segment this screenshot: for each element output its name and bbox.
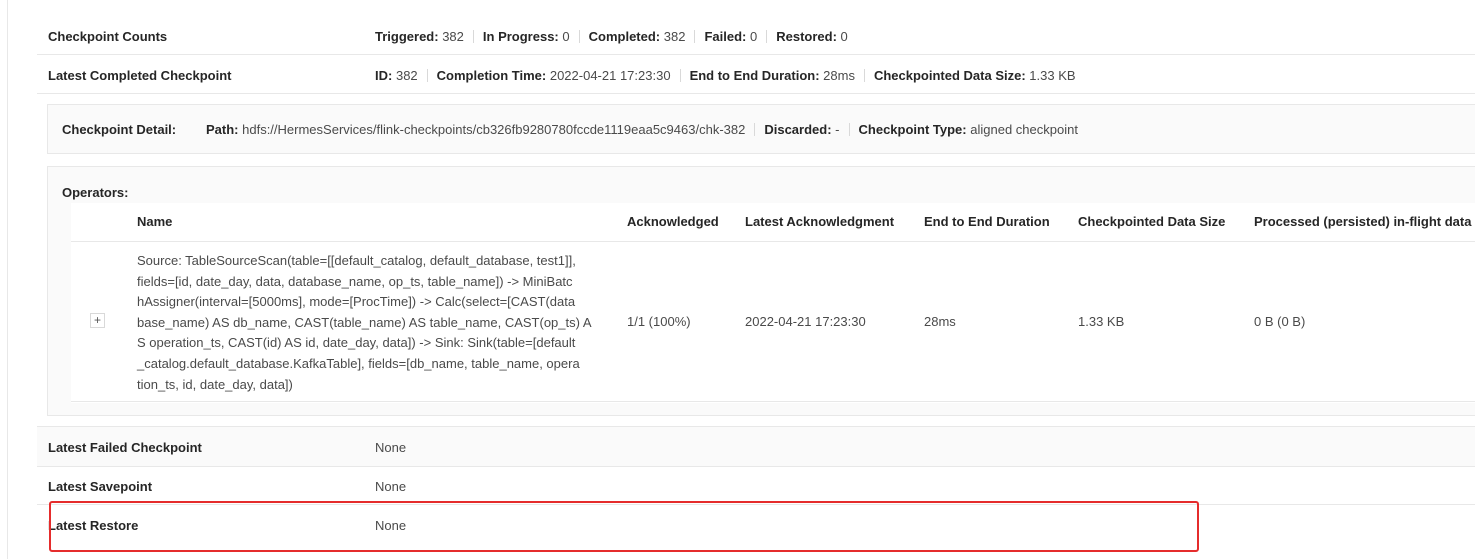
operator-name-line: S operation_ts, CAST(id) AS id, date_day… bbox=[137, 335, 576, 351]
data-size-cell: 1.33 KB bbox=[1078, 314, 1125, 329]
operators-panel: Operators: Name Acknowledged Latest Ackn… bbox=[47, 166, 1475, 416]
duration-key: End to End Duration: bbox=[689, 68, 820, 83]
col-inflight-header: Processed (persisted) in-flight data bbox=[1254, 214, 1472, 229]
path-key: Path: bbox=[206, 122, 239, 137]
latest-completed-values: ID: 382 Completion Time: 2022-04-21 17:23… bbox=[375, 68, 1076, 83]
col-data-size-header: Checkpointed Data Size bbox=[1078, 214, 1226, 229]
latest-savepoint-row: Latest Savepoint None bbox=[37, 466, 1475, 505]
id-value: 382 bbox=[395, 68, 418, 83]
latest-failed-value: None bbox=[375, 440, 407, 455]
failed-value: 0 bbox=[749, 29, 758, 44]
latest-failed-label: Latest Failed Checkpoint bbox=[48, 440, 202, 455]
latest-ack-cell: 2022-04-21 17:23:30 bbox=[745, 314, 866, 329]
checkpoint-detail-panel: Checkpoint Detail: Path: hdfs://HermesSe… bbox=[47, 104, 1475, 154]
expand-row-button[interactable]: + bbox=[90, 313, 105, 328]
operator-name-cell: Source: TableSourceScan(table=[[default_… bbox=[137, 251, 592, 395]
triggered-key: Triggered: bbox=[375, 29, 439, 44]
path-value: hdfs://HermesServices/flink-checkpoints/… bbox=[242, 122, 746, 137]
latest-savepoint-label: Latest Savepoint bbox=[48, 479, 153, 494]
latest-completed-label: Latest Completed Checkpoint bbox=[48, 68, 232, 83]
checkpoint-type-value: aligned checkpoint bbox=[970, 122, 1078, 137]
duration-cell: 28ms bbox=[924, 314, 956, 329]
in-progress-key: In Progress: bbox=[482, 29, 559, 44]
header-divider bbox=[71, 241, 1475, 242]
checkpoint-type-key: Checkpoint Type: bbox=[858, 122, 967, 137]
latest-failed-row: Latest Failed Checkpoint None bbox=[37, 426, 1475, 467]
discarded-key: Discarded: bbox=[764, 122, 832, 137]
highlight-box bbox=[49, 501, 1199, 552]
col-latest-ack-header: Latest Acknowledgment bbox=[745, 214, 895, 229]
completed-value: 382 bbox=[663, 29, 686, 44]
restored-key: Restored: bbox=[776, 29, 837, 44]
checkpoint-counts-values: Triggered: 382 In Progress: 0 Completed: 3… bbox=[375, 29, 848, 44]
discarded-value: - bbox=[835, 122, 840, 137]
col-name-header: Name bbox=[137, 214, 173, 229]
operator-name-line: fields=[id, date_day, data, database_nam… bbox=[137, 273, 573, 289]
operator-name-line: _catalog.default_database.KafkaTable], f… bbox=[137, 355, 580, 371]
completion-time-value: 2022-04-21 17:23:30 bbox=[549, 68, 671, 83]
inflight-cell: 0 B (0 B) bbox=[1254, 314, 1306, 329]
operator-name-line: Source: TableSourceScan(table=[[default_… bbox=[137, 253, 576, 268]
restored-value: 0 bbox=[840, 29, 848, 44]
checkpoint-detail-values: Path: hdfs://HermesServices/flink-checkp… bbox=[206, 122, 1078, 137]
operators-table: Name Acknowledged Latest Acknowledgment … bbox=[71, 203, 1475, 403]
id-key: ID: bbox=[375, 68, 393, 83]
completion-time-key: Completion Time: bbox=[436, 68, 547, 83]
operator-name-line: base_name) AS db_name, CAST(table_name) … bbox=[137, 314, 592, 330]
operator-name-line: tion_ts, id, date_day, data]) bbox=[137, 376, 293, 392]
failed-key: Failed: bbox=[704, 29, 747, 44]
in-progress-value: 0 bbox=[562, 29, 570, 44]
data-size-key: Checkpointed Data Size: bbox=[873, 68, 1026, 83]
checkpoint-counts-label: Checkpoint Counts bbox=[48, 29, 168, 44]
checkpoint-counts-row: Checkpoint Counts Triggered: 382 In Progr… bbox=[37, 16, 1475, 55]
triggered-value: 382 bbox=[442, 29, 464, 44]
completed-key: Completed: bbox=[588, 29, 661, 44]
operators-title: Operators: bbox=[62, 185, 129, 200]
col-acknowledged-header: Acknowledged bbox=[627, 214, 719, 229]
row-divider bbox=[71, 401, 1475, 402]
acknowledged-cell: 1/1 (100%) bbox=[627, 314, 691, 329]
operator-name-line: hAssigner(interval=[5000ms], mode=[ProcT… bbox=[137, 294, 576, 310]
data-size-value: 1.33 KB bbox=[1029, 68, 1076, 83]
latest-savepoint-value: None bbox=[375, 479, 407, 494]
left-border bbox=[7, 0, 8, 559]
col-duration-header: End to End Duration bbox=[924, 214, 1050, 229]
checkpoint-detail-label: Checkpoint Detail: bbox=[62, 122, 177, 137]
latest-completed-row: Latest Completed Checkpoint ID: 382 Compl… bbox=[37, 55, 1475, 94]
duration-value: 28ms bbox=[823, 68, 855, 83]
